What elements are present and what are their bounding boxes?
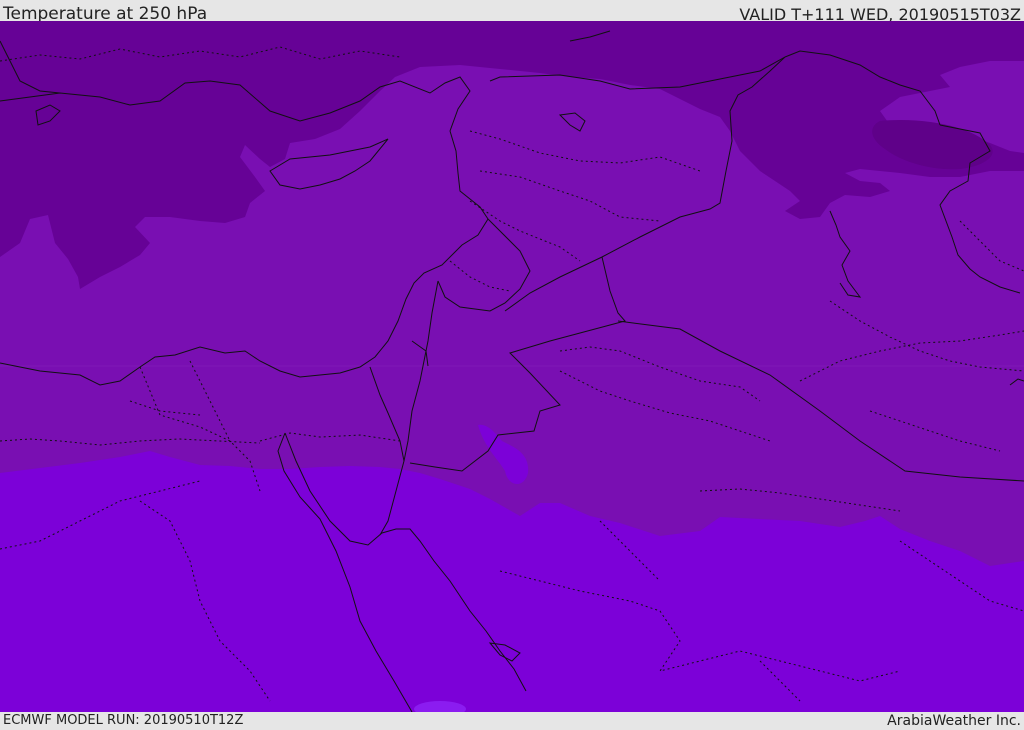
footer-bar: ECMWF MODEL RUN: 20190510T12Z ArabiaWeat…: [0, 712, 1024, 729]
model-run: ECMWF MODEL RUN: 20190510T12Z: [3, 713, 244, 728]
brand-label: ArabiaWeather Inc.: [887, 713, 1021, 729]
header-bar: Temperature at 250 hPa VALID T+111 WED, …: [0, 0, 1024, 24]
temperature-map: [0, 21, 1024, 712]
